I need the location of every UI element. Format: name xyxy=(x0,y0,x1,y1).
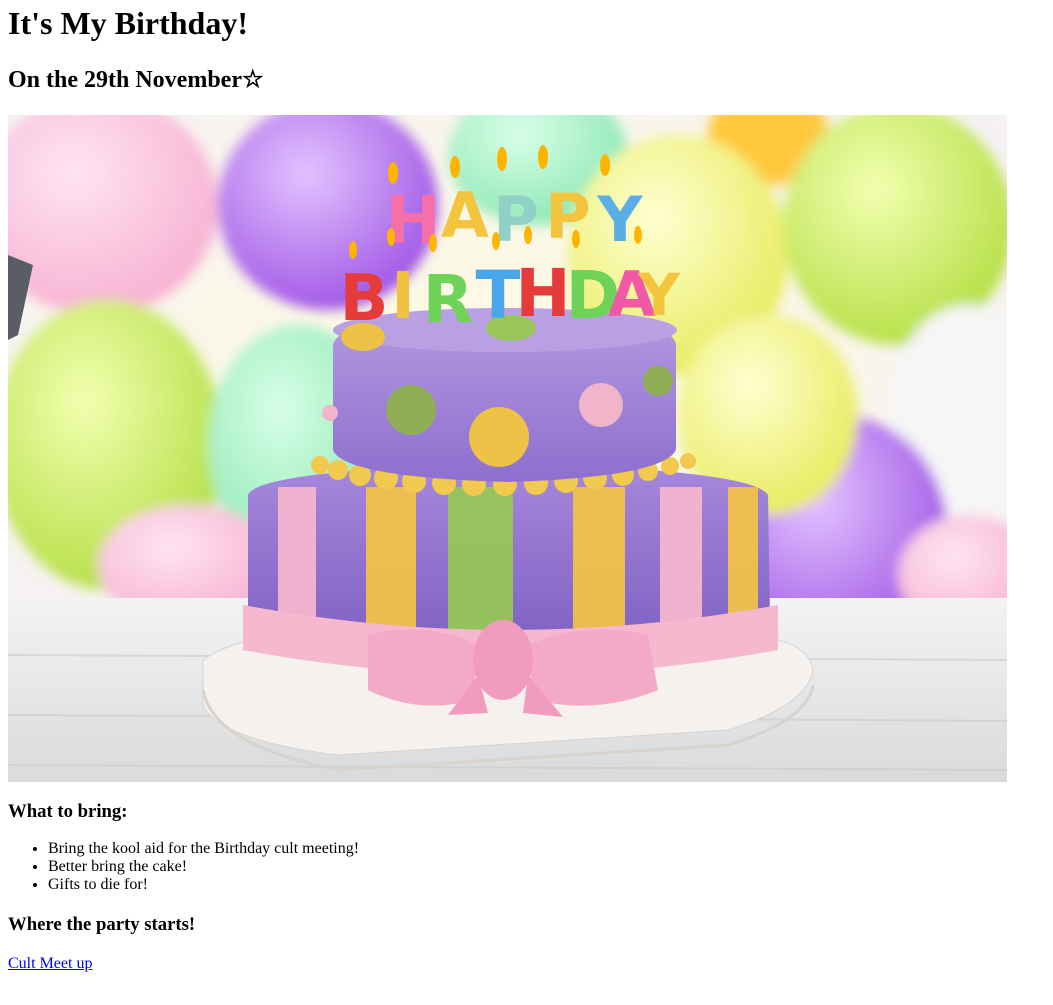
what-to-bring-heading: What to bring: xyxy=(8,801,128,822)
list-item: Better bring the cake! xyxy=(48,858,359,876)
party-heading: Where the party starts! xyxy=(8,914,196,935)
cake-letter-y: Y xyxy=(597,183,644,256)
cake-letter-y2: Y xyxy=(637,261,681,329)
cake-letter-t: T xyxy=(475,257,520,334)
cake-letter-r: R xyxy=(423,261,474,338)
cake-letter-p2: P xyxy=(545,180,590,253)
list-item: Gifts to die for! xyxy=(48,876,359,894)
cake-letter-p1: P xyxy=(493,183,538,256)
page-subtitle: On the 29th November☆ xyxy=(8,67,264,93)
cake-letter-a: A xyxy=(441,179,489,252)
cult-meetup-link[interactable]: Cult Meet up xyxy=(8,955,92,973)
cake-letter-h2: H xyxy=(515,255,570,332)
birthday-cake-image: H A P P Y B I R T H D A Y xyxy=(8,115,1007,782)
list-item: Bring the kool aid for the Birthday cult… xyxy=(48,840,359,858)
bring-list: Bring the kool aid for the Birthday cult… xyxy=(8,840,359,894)
cake-letter-i: I xyxy=(391,260,415,334)
page-title: It's My Birthday! xyxy=(8,5,248,41)
cake-letter-b: B xyxy=(340,262,389,336)
